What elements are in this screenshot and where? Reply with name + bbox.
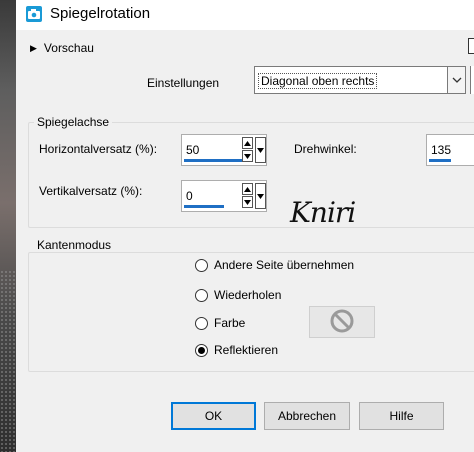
vertical-offset-slider[interactable]	[184, 205, 224, 208]
radio-other-side[interactable]: Andere Seite übernehmen	[195, 256, 354, 274]
radio-label: Reflektieren	[214, 343, 279, 357]
preview-toggle[interactable]: ▶ Vorschau	[30, 40, 94, 56]
vertical-offset-label: Vertikalversatz (%):	[39, 184, 143, 198]
rotation-angle-value: 135	[431, 143, 452, 157]
settings-dropdown[interactable]: Diagonal oben rechts	[254, 66, 466, 94]
radio-reflect[interactable]: Reflektieren	[195, 341, 278, 359]
radio-label: Wiederholen	[214, 288, 282, 302]
vertical-offset-value: 0	[186, 189, 193, 203]
background-app-strip	[0, 0, 16, 452]
stepper-arrows	[242, 137, 253, 163]
horizontal-offset-slider[interactable]	[184, 159, 244, 162]
radio-color[interactable]: Farbe	[195, 314, 245, 332]
arrow-down-icon[interactable]	[242, 196, 253, 208]
no-color-icon	[329, 308, 355, 337]
vertical-offset-stepper[interactable]: 0	[181, 180, 267, 212]
radio-circle[interactable]	[195, 316, 208, 330]
radio-label: Farbe	[214, 316, 246, 330]
preview-checkbox[interactable]	[468, 38, 474, 54]
title-bar: Spiegelrotation	[16, 0, 474, 30]
radio-circle[interactable]	[195, 288, 208, 302]
settings-dropdown-value: Diagonal oben rechts	[258, 73, 378, 89]
settings-label: Einstellungen	[147, 76, 220, 90]
stepper-arrows	[242, 183, 253, 209]
triangle-down-icon[interactable]	[255, 137, 266, 163]
mirror-axis-title: Spiegelachse	[34, 115, 113, 129]
horizontal-offset-value: 50	[186, 143, 200, 157]
arrow-up-icon[interactable]	[242, 183, 253, 195]
signature-watermark: Kniri	[290, 196, 356, 229]
triangle-down-icon[interactable]	[255, 183, 266, 209]
preview-label: Vorschau	[43, 41, 94, 55]
radio-circle[interactable]	[195, 258, 208, 272]
rotation-angle-label: Drehwinkel:	[294, 142, 357, 156]
help-button[interactable]: Hilfe	[359, 402, 444, 430]
rotation-angle-slider[interactable]	[429, 159, 451, 162]
horizontal-offset-label: Horizontalversatz (%):	[39, 142, 158, 156]
arrow-down-icon[interactable]	[242, 150, 253, 162]
dropdown-edge	[470, 66, 474, 94]
edge-mode-title: Kantenmodus	[34, 238, 115, 252]
horizontal-offset-stepper[interactable]: 50	[181, 134, 267, 166]
color-swatch[interactable]	[309, 306, 375, 338]
radio-repeat[interactable]: Wiederholen	[195, 286, 281, 304]
triangle-right-icon: ▶	[30, 42, 37, 53]
radio-circle-checked[interactable]	[195, 343, 208, 357]
arrow-up-icon[interactable]	[242, 137, 253, 149]
mirror-rotation-dialog: Spiegelrotation ▶ Vorschau Einstellungen…	[16, 0, 474, 452]
cancel-button[interactable]: Abbrechen	[264, 402, 350, 430]
rotation-angle-stepper[interactable]: 135	[426, 134, 474, 166]
ok-button[interactable]: OK	[171, 402, 256, 430]
chevron-down-icon[interactable]	[447, 67, 465, 93]
radio-label: Andere Seite übernehmen	[214, 258, 355, 272]
window-title: Spiegelrotation	[50, 5, 151, 22]
camera-icon	[26, 6, 42, 22]
